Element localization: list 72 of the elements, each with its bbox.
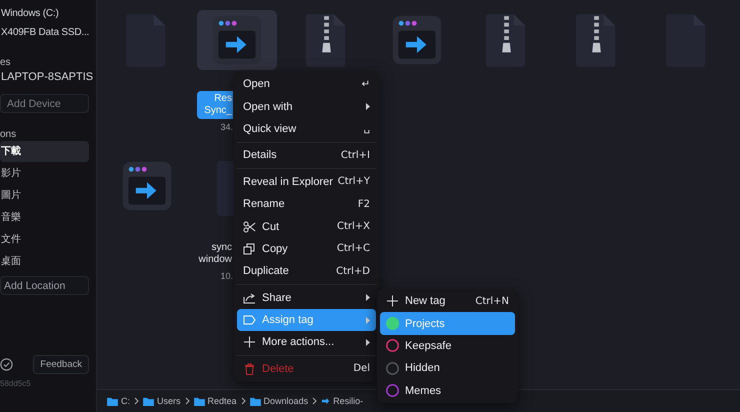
app-file-icon bbox=[321, 396, 330, 406]
check-circle-icon[interactable] bbox=[0, 358, 13, 371]
location-item[interactable]: 圖片 bbox=[0, 185, 89, 206]
drive-label[interactable]: Windows (C:) bbox=[0, 5, 96, 22]
app-window-icon bbox=[391, 14, 443, 66]
chevron-icon bbox=[312, 397, 318, 405]
app-window-icon bbox=[211, 14, 263, 66]
add-location-button[interactable]: Add Location bbox=[0, 276, 89, 295]
menu-item[interactable]: Share bbox=[237, 286, 376, 309]
location-item[interactable]: 下載 bbox=[0, 141, 89, 162]
file-name[interactable]: sync window bbox=[197, 240, 233, 268]
file-thumbnail[interactable] bbox=[216, 158, 234, 218]
location-item[interactable]: 桌面 bbox=[0, 251, 89, 272]
menu-item[interactable]: Details Ctrl+I bbox=[237, 144, 376, 167]
chevron-icon bbox=[134, 397, 139, 405]
tag-item[interactable]: Hidden bbox=[380, 357, 515, 380]
menu-item[interactable]: Open with bbox=[237, 95, 376, 118]
menu-item[interactable]: Reveal in Explorer Ctrl+Y bbox=[237, 170, 376, 193]
tag-item[interactable]: Keepsafe bbox=[380, 334, 515, 358]
share-icon bbox=[243, 292, 256, 304]
file-size: 10. bbox=[219, 271, 234, 281]
shortcut-text: Ctrl+Y bbox=[338, 176, 370, 188]
shortcut-text: Ctrl+X bbox=[336, 221, 370, 232]
copy-icon bbox=[243, 242, 256, 255]
drive-label[interactable]: X409FB Data SSD... bbox=[0, 24, 96, 41]
chevron-icon bbox=[184, 397, 190, 405]
location-item[interactable]: 影片 bbox=[0, 163, 89, 184]
breadcrumb-item[interactable]: Downloads bbox=[250, 396, 308, 406]
menu-item[interactable]: More actions... bbox=[237, 331, 376, 354]
breadcrumb-item[interactable]: Resilio- bbox=[321, 396, 364, 406]
app-window-icon bbox=[121, 160, 173, 212]
version-text: 58dd5c5 bbox=[0, 379, 32, 388]
shortcut-text: Ctrl+I bbox=[340, 150, 370, 161]
shortcut-text: ␣ bbox=[364, 123, 370, 134]
add-device-button[interactable]: Add Device bbox=[0, 94, 89, 113]
folder-icon bbox=[143, 396, 154, 406]
section-heading: es bbox=[0, 57, 12, 68]
folder-icon bbox=[194, 396, 205, 406]
menu-item[interactable]: Rename F2 bbox=[237, 192, 376, 216]
shortcut-text: Ctrl+N bbox=[475, 296, 509, 307]
breadcrumb-item[interactable]: Users bbox=[143, 396, 181, 406]
shortcut-text: F2 bbox=[358, 198, 370, 210]
breadcrumb-item[interactable]: Redtea bbox=[194, 396, 237, 406]
shortcut-text: ↵ bbox=[362, 78, 370, 90]
location-item[interactable]: 文件 bbox=[0, 229, 89, 250]
plus-icon bbox=[386, 295, 399, 308]
document-icon bbox=[216, 159, 234, 217]
menu-item[interactable]: Cut Ctrl+X bbox=[237, 215, 376, 238]
menu-item[interactable]: Quick view ␣ bbox=[237, 118, 376, 140]
chevron-icon bbox=[240, 397, 246, 405]
menu-item[interactable]: New tag Ctrl+N bbox=[380, 290, 515, 312]
shortcut-text: Del bbox=[353, 363, 370, 374]
section-heading: ons bbox=[0, 129, 18, 140]
trash-icon bbox=[243, 362, 256, 375]
file-size: 34. bbox=[219, 122, 234, 132]
plus-icon bbox=[243, 336, 256, 348]
menu-item[interactable]: Open ↵ bbox=[237, 73, 376, 96]
file-thumbnail[interactable] bbox=[197, 10, 277, 70]
menu-item[interactable]: Duplicate Ctrl+D bbox=[237, 260, 376, 283]
folder-icon bbox=[250, 396, 261, 406]
device-item[interactable]: LAPTOP-8SAPTIS bbox=[0, 68, 96, 86]
breadcrumb-item[interactable]: C: bbox=[107, 396, 130, 406]
menu-item[interactable]: Copy Ctrl+C bbox=[237, 238, 376, 260]
feedback-button[interactable]: Feedback bbox=[33, 355, 89, 374]
menu-item[interactable]: Delete Del bbox=[237, 358, 376, 380]
scissors-icon bbox=[243, 220, 256, 233]
shortcut-text: Ctrl+D bbox=[336, 266, 370, 277]
tag-item[interactable]: Memes bbox=[380, 380, 515, 402]
location-item[interactable]: 音樂 bbox=[0, 207, 89, 228]
tag-icon bbox=[243, 314, 256, 326]
folder-icon bbox=[107, 396, 118, 406]
shortcut-text: Ctrl+C bbox=[336, 243, 370, 254]
